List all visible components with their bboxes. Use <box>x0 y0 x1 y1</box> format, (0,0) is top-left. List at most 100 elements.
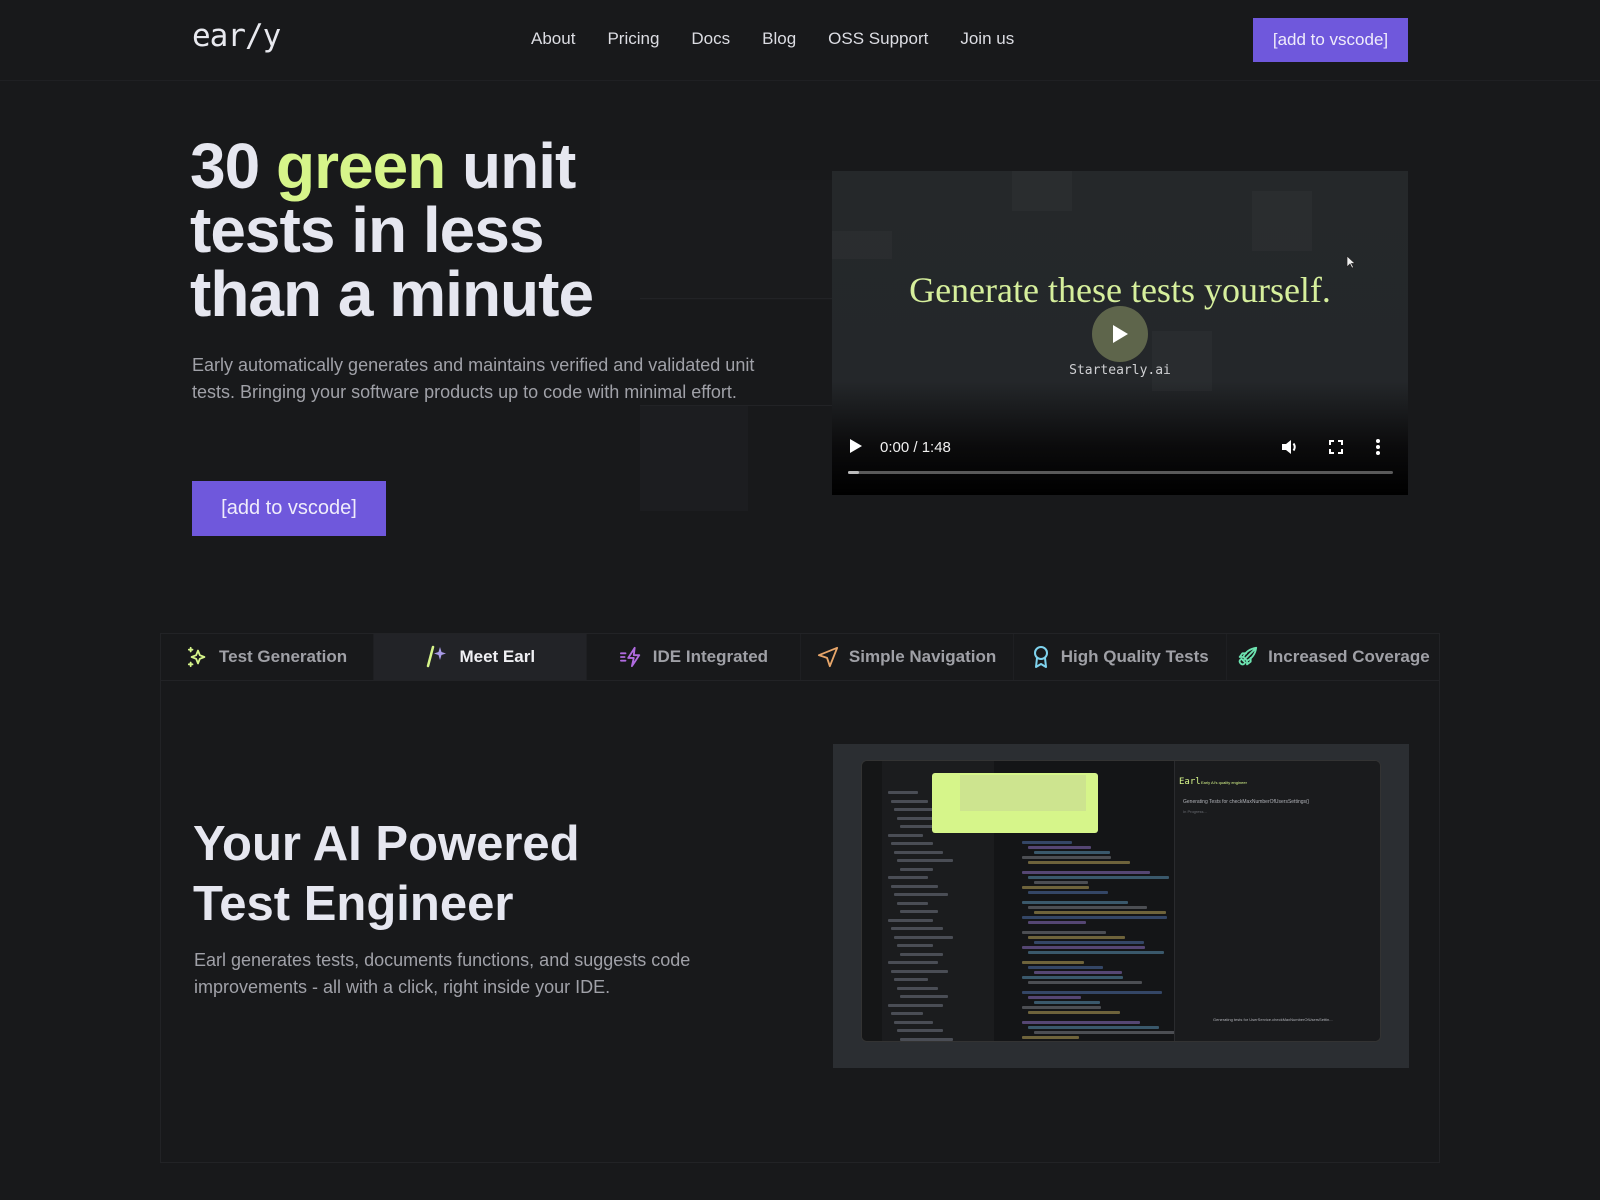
ide-code-line <box>1034 911 1166 914</box>
hero-add-to-vscode-button[interactable]: [add to vscode] <box>192 481 386 536</box>
play-icon <box>1113 325 1128 343</box>
ide-tree-row <box>894 893 948 896</box>
ide-tree-row <box>897 1029 943 1032</box>
ide-code-line <box>1028 951 1164 954</box>
features-section: Test Generation Meet Earl IDE Integrated… <box>160 633 1440 1163</box>
ide-code-line <box>1028 876 1169 879</box>
ide-code-line <box>1028 891 1108 894</box>
ide-tree-row <box>891 884 938 888</box>
video-caption: Generate these tests yourself. <box>909 270 1331 310</box>
fast-zap-icon <box>619 646 640 668</box>
video-time-display: 0:00 / 1:48 <box>880 439 951 456</box>
ide-activity-bar <box>862 761 882 1041</box>
navigation-arrow-icon <box>817 646 838 668</box>
ide-code-line <box>1022 1021 1140 1024</box>
ide-tree-row <box>900 1037 953 1041</box>
nav-link-docs[interactable]: Docs <box>691 29 730 49</box>
fullscreen-icon[interactable] <box>1328 439 1344 455</box>
mouse-cursor-icon <box>1346 255 1356 269</box>
hero-description: Early automatically generates and mainta… <box>192 355 755 402</box>
ide-code-line <box>1028 1026 1159 1029</box>
ide-code-line <box>1034 1001 1100 1004</box>
ide-tree-row <box>900 995 948 998</box>
ide-code-line <box>1022 871 1150 874</box>
ide-code-line <box>1022 1036 1079 1039</box>
ide-code-line <box>1022 976 1123 979</box>
ide-code-line <box>1028 996 1081 999</box>
ide-screenshot: Earl Early AI's quality engineer Generat… <box>833 744 1409 1068</box>
ide-code-line <box>1028 1011 1120 1014</box>
tab-label: Test Generation <box>219 647 348 666</box>
video-watermark: Startearly.ai <box>1069 363 1171 378</box>
video-progress-fill <box>848 471 859 474</box>
ide-tree-row <box>891 842 933 845</box>
ide-tree-row <box>888 918 933 922</box>
hero-title-suffix: unit <box>445 130 576 202</box>
ide-code-line <box>1028 921 1086 924</box>
tab-meet-earl[interactable]: Meet Earl <box>374 634 588 680</box>
hero-bg-line <box>640 298 832 299</box>
ide-tree-row <box>900 952 943 956</box>
ide-tree-row <box>891 1012 923 1015</box>
sparkles-icon <box>187 646 206 668</box>
hero-bg-tile <box>640 405 748 511</box>
ide-tree-row <box>894 978 928 981</box>
earl-panel-title: Earl <box>1179 777 1201 787</box>
hero-title: 30 green unit tests in less than a minut… <box>190 134 594 326</box>
nav-link-about[interactable]: About <box>531 29 575 49</box>
video-big-play-button[interactable] <box>1092 306 1148 362</box>
ide-tree-row <box>900 910 938 913</box>
nav-link-oss-support[interactable]: OSS Support <box>828 29 928 49</box>
ide-tree-row <box>894 935 953 939</box>
nav-link-blog[interactable]: Blog <box>762 29 796 49</box>
volume-icon[interactable] <box>1280 438 1300 456</box>
ide-code-line <box>1028 966 1103 969</box>
feature-title-line1: Your AI Powered <box>193 817 580 871</box>
earl-task-status: In Progress... <box>1183 809 1207 814</box>
ide-code-line <box>1022 1006 1101 1009</box>
earl-notification: Generating tests for UserService.checkMa… <box>1213 1017 1333 1022</box>
ide-code-line <box>1022 886 1089 889</box>
hero-bg-tile <box>600 180 840 300</box>
ide-code-line <box>1022 946 1145 949</box>
rocket-icon <box>1238 646 1258 666</box>
ide-tree-row <box>891 799 928 803</box>
ide-window: Earl Early AI's quality engineer Generat… <box>861 760 1381 1042</box>
play-icon[interactable] <box>848 437 864 455</box>
tab-ide-integrated[interactable]: IDE Integrated <box>587 634 801 680</box>
ide-code-line <box>1022 841 1072 844</box>
site-header: ear/y About Pricing Docs Blog OSS Suppor… <box>0 0 1600 81</box>
tab-simple-navigation[interactable]: Simple Navigation <box>801 634 1014 680</box>
feature-tabs: Test Generation Meet Earl IDE Integrated… <box>161 634 1439 681</box>
ide-code-line <box>1034 851 1110 854</box>
ide-code-line <box>1022 961 1084 964</box>
ide-code-line <box>1022 931 1106 934</box>
tab-high-quality-tests[interactable]: High Quality Tests <box>1014 634 1227 680</box>
feature-title: Your AI Powered Test Engineer <box>193 814 580 934</box>
earl-logo-icon <box>427 645 447 668</box>
ide-tree-row <box>900 867 933 871</box>
tab-label: Simple Navigation <box>848 647 997 666</box>
feature-title-line2: Test Engineer <box>193 877 514 931</box>
nav-link-join-us[interactable]: Join us <box>960 29 1014 49</box>
hero-title-line2: tests in less <box>190 194 544 266</box>
earl-task: Generating Tests for checkMaxNumberOfUse… <box>1183 799 1310 805</box>
tab-label: High Quality Tests <box>1060 647 1209 666</box>
tab-test-generation[interactable]: Test Generation <box>161 634 375 680</box>
demo-video-player[interactable]: Generate these tests yourself. Startearl… <box>832 171 1408 495</box>
tab-increased-coverage[interactable]: Increased Coverage <box>1227 634 1439 680</box>
ide-highlight-overlay <box>932 773 1098 833</box>
ide-tree-row <box>888 1003 943 1007</box>
video-progress-bar[interactable] <box>848 471 1393 474</box>
ide-code-line <box>1022 856 1111 859</box>
ide-tree-row <box>891 969 948 973</box>
ide-tree-row <box>894 1020 933 1024</box>
more-options-icon[interactable] <box>1375 438 1381 456</box>
tab-label: Increased Coverage <box>1268 647 1430 666</box>
ide-code-line <box>1028 981 1142 984</box>
logo[interactable]: ear/y <box>192 18 281 54</box>
feature-description: Earl generates tests, documents function… <box>194 950 691 997</box>
ide-code-line <box>1022 901 1128 904</box>
nav-link-pricing[interactable]: Pricing <box>607 29 659 49</box>
header-add-to-vscode-button[interactable]: [add to vscode] <box>1253 18 1408 62</box>
